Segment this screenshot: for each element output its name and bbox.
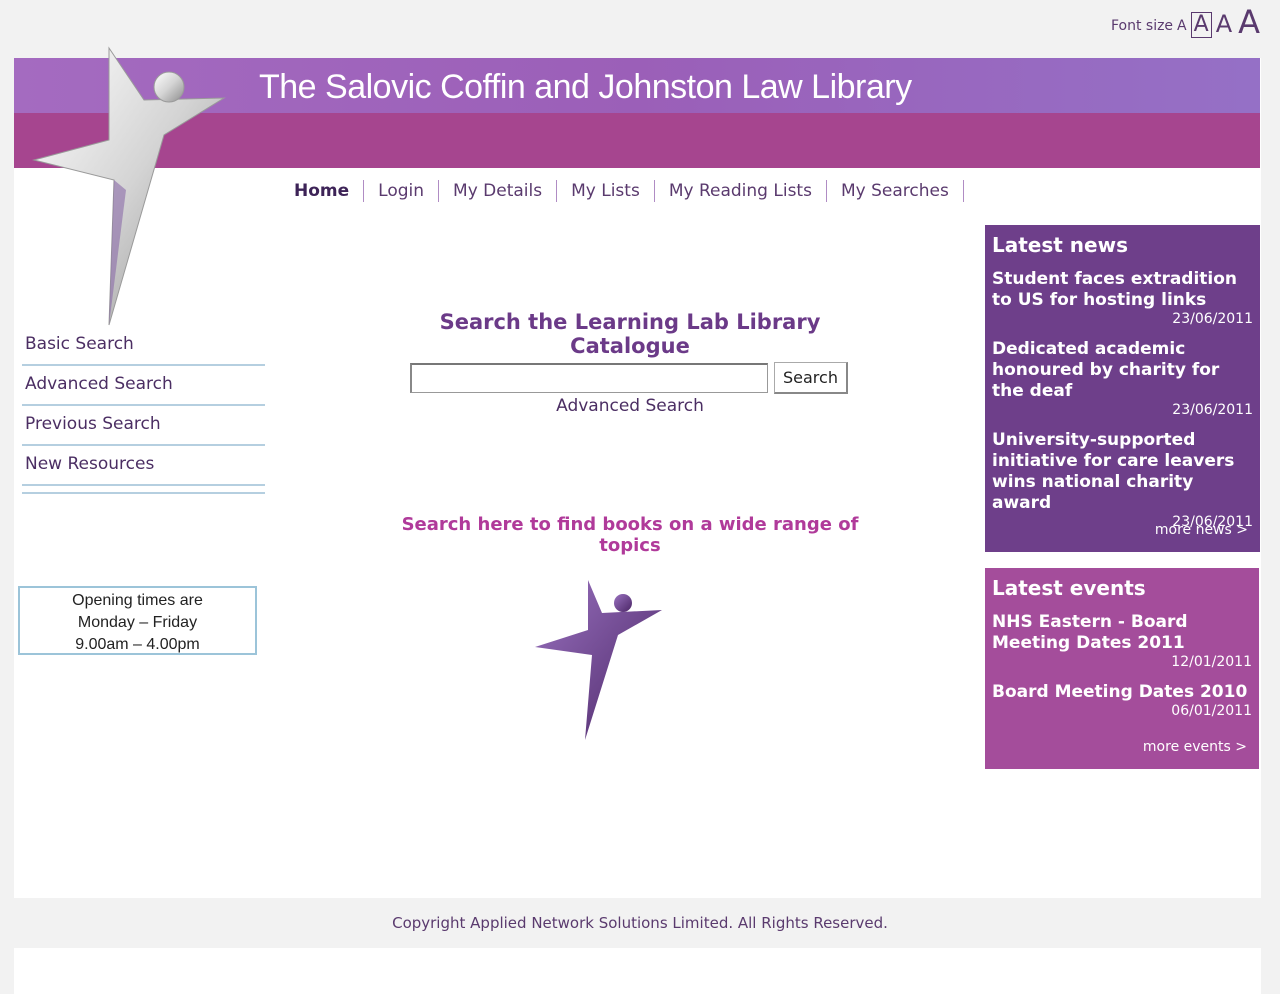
- font-size-normal-button[interactable]: A: [1190, 12, 1212, 38]
- search-input[interactable]: [410, 363, 768, 393]
- opening-times-line: Opening times are: [72, 592, 203, 609]
- main-nav: Home Login My Details My Lists My Readin…: [280, 178, 964, 204]
- font-size-large-button[interactable]: A: [1216, 10, 1232, 38]
- nav-my-lists[interactable]: My Lists: [557, 180, 655, 202]
- news-item-title[interactable]: Student faces extradition to US for host…: [992, 269, 1253, 311]
- more-events-link[interactable]: more events >: [1143, 739, 1247, 755]
- opening-times-box: Opening times are Monday – Friday 9.00am…: [18, 586, 257, 655]
- search-tagline: Search here to find books on a wide rang…: [401, 514, 859, 556]
- news-panel-title: Latest news: [992, 233, 1128, 257]
- font-size-control: Font size A A A A: [1111, 6, 1260, 38]
- event-item: Board Meeting Dates 2010 06/01/2011: [992, 682, 1252, 719]
- event-item-date: 12/01/2011: [1171, 654, 1252, 670]
- news-item-date: 23/06/2011: [1172, 402, 1253, 418]
- sidebar-item-new-resources[interactable]: New Resources: [22, 446, 265, 486]
- news-item: Dedicated academic honoured by charity f…: [992, 339, 1253, 418]
- site-title: The Salovic Coffin and Johnston Law Libr…: [259, 68, 912, 106]
- event-item: NHS Eastern - Board Meeting Dates 2011 1…: [992, 612, 1252, 670]
- news-item-title[interactable]: University-supported initiative for care…: [992, 430, 1253, 514]
- event-item-title[interactable]: NHS Eastern - Board Meeting Dates 2011: [992, 612, 1252, 654]
- nav-my-reading-lists[interactable]: My Reading Lists: [655, 180, 827, 202]
- sidebar-menu: Basic Search Advanced Search Previous Se…: [22, 326, 265, 494]
- event-item-title[interactable]: Board Meeting Dates 2010: [992, 682, 1252, 703]
- sidebar-item-basic-search[interactable]: Basic Search: [22, 326, 265, 366]
- search-row: Search: [410, 362, 848, 394]
- news-item-title[interactable]: Dedicated academic honoured by charity f…: [992, 339, 1253, 402]
- opening-times-line: 9.00am – 4.00pm: [75, 636, 200, 653]
- news-item: University-supported initiative for care…: [992, 430, 1253, 530]
- news-item: Student faces extradition to US for host…: [992, 269, 1253, 327]
- opening-times-line: Monday – Friday: [77, 614, 198, 631]
- sidebar-item-previous-search[interactable]: Previous Search: [22, 406, 265, 446]
- footer: Copyright Applied Network Solutions Limi…: [0, 898, 1280, 948]
- more-news-link[interactable]: more news >: [1155, 522, 1248, 538]
- copyright-text: Copyright Applied Network Solutions Limi…: [392, 914, 888, 932]
- news-item-date: 23/06/2011: [1172, 311, 1253, 327]
- nav-my-searches[interactable]: My Searches: [827, 180, 964, 202]
- font-size-small-button[interactable]: A: [1177, 18, 1187, 38]
- nav-home[interactable]: Home: [280, 180, 365, 202]
- sidebar-divider: [22, 486, 265, 494]
- sidebar-item-advanced-search[interactable]: Advanced Search: [22, 366, 265, 406]
- event-item-date: 06/01/2011: [1171, 703, 1252, 719]
- nav-login[interactable]: Login: [364, 180, 440, 202]
- font-size-xlarge-button[interactable]: A: [1238, 6, 1260, 38]
- latest-news-panel: Latest news Student faces extradition to…: [985, 225, 1260, 552]
- advanced-search-link[interactable]: Advanced Search: [380, 396, 880, 416]
- site-logo-figure: [32, 46, 226, 326]
- events-panel-title: Latest events: [992, 576, 1146, 600]
- latest-events-panel: Latest events NHS Eastern - Board Meetin…: [985, 568, 1259, 769]
- nav-my-details[interactable]: My Details: [439, 180, 558, 202]
- search-button[interactable]: Search: [774, 362, 848, 394]
- font-size-label: Font size: [1110, 18, 1174, 34]
- search-area: Search the Learning Lab Library Catalogu…: [380, 300, 880, 556]
- logo-figure-small: [535, 580, 662, 740]
- search-heading: Search the Learning Lab Library Catalogu…: [439, 310, 821, 358]
